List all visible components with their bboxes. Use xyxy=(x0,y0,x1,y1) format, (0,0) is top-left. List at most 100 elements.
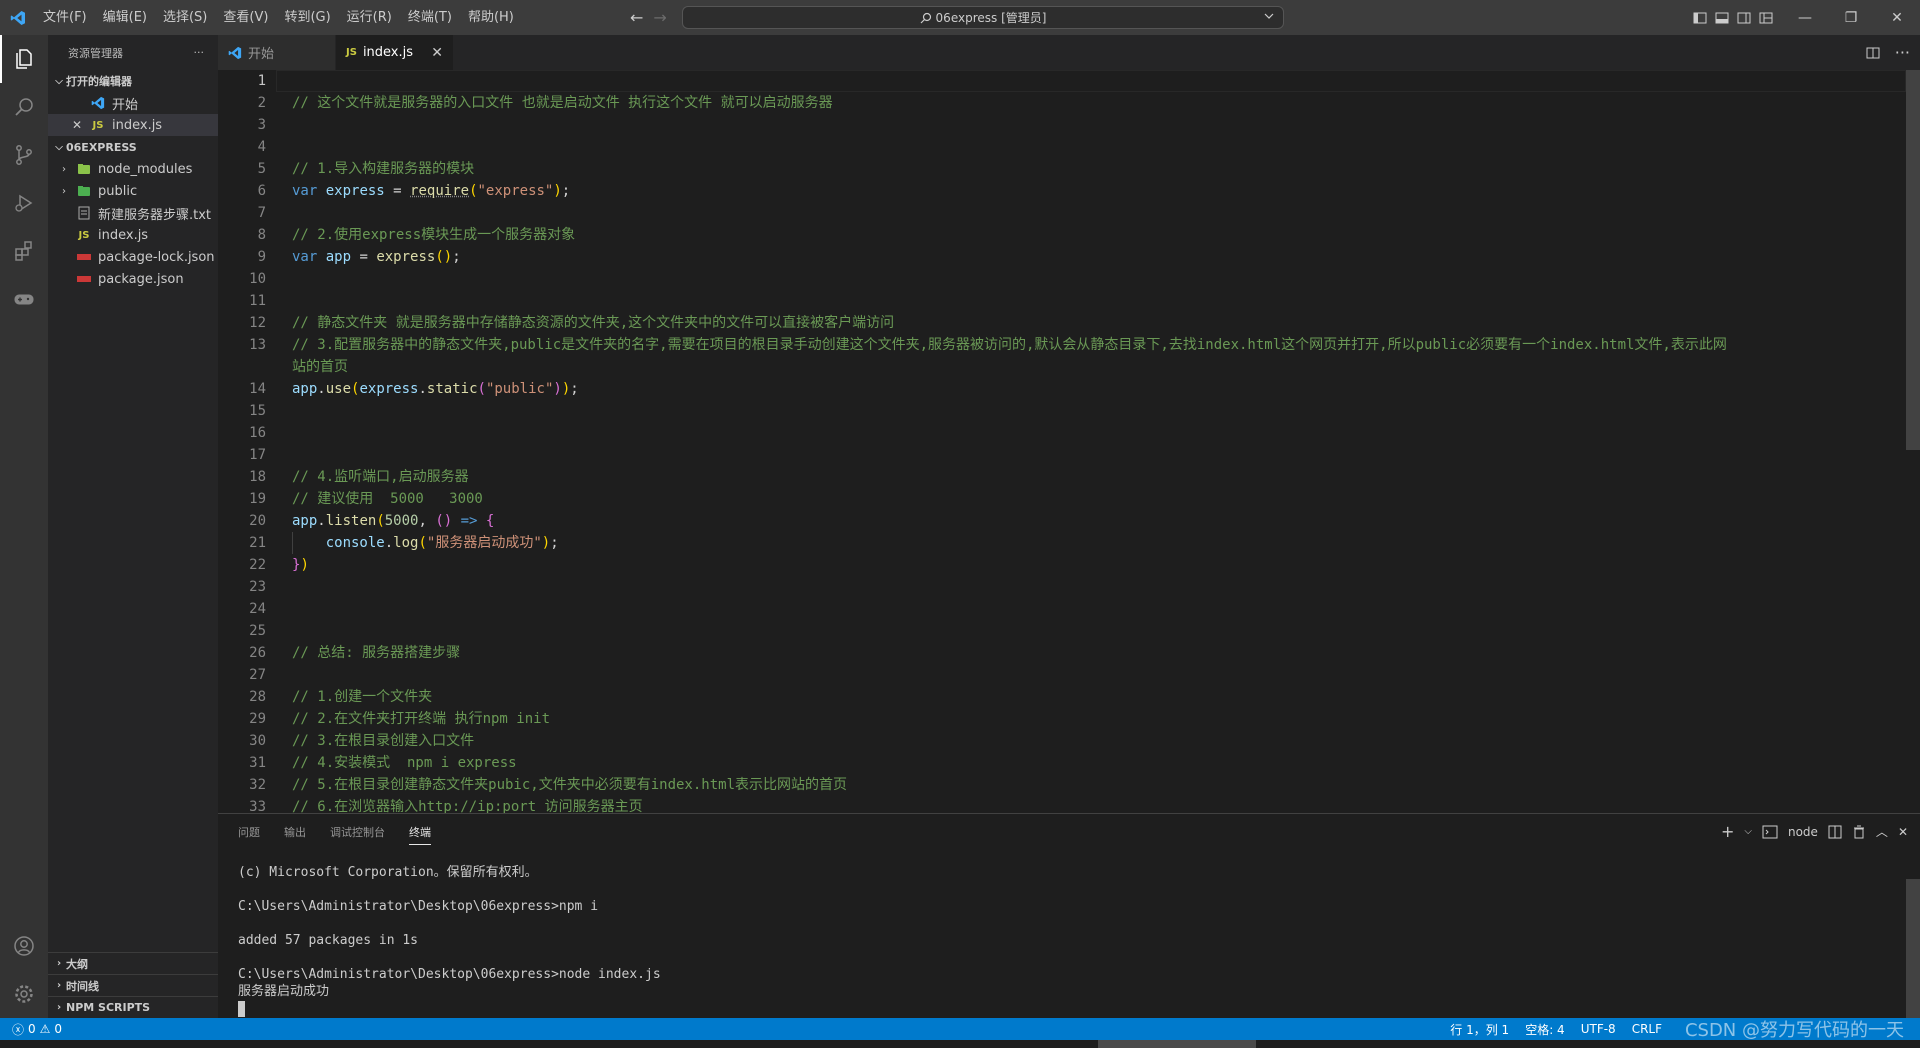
line-number: 6 xyxy=(257,183,266,199)
npm-scripts-section[interactable]: › NPM SCRIPTS xyxy=(48,996,218,1018)
outline-label: 大纲 xyxy=(66,957,88,971)
menu-view[interactable]: 查看(V) xyxy=(215,0,276,35)
tree-item-file[interactable]: package-lock.json xyxy=(48,246,218,268)
end-of-line[interactable]: CRLF xyxy=(1632,1022,1662,1036)
scrollbar-thumb[interactable] xyxy=(1098,1040,1256,1048)
open-editor-item[interactable]: 开始 xyxy=(48,92,218,114)
code-comment: // 1.创建一个文件夹 xyxy=(292,689,433,705)
timeline-section[interactable]: › 时间线 xyxy=(48,974,218,996)
search-icon xyxy=(920,12,932,24)
chevron-right-icon: › xyxy=(56,958,62,969)
command-center[interactable]: 06express [管理员] xyxy=(682,6,1284,29)
line-number: 28 xyxy=(249,689,266,705)
menu-run[interactable]: 运行(R) xyxy=(339,0,400,35)
more-actions-icon[interactable]: ··· xyxy=(1895,43,1910,62)
tree-item-file[interactable]: JS index.js xyxy=(48,224,218,246)
line-number: 2 xyxy=(257,95,266,111)
toggle-sidebar-icon[interactable] xyxy=(1692,10,1708,26)
accounts-icon[interactable] xyxy=(0,922,48,970)
terminal-shell-icon xyxy=(1762,825,1778,839)
explorer-icon[interactable] xyxy=(0,35,48,83)
menu-edit[interactable]: 编辑(E) xyxy=(95,0,155,35)
split-editor-icon[interactable] xyxy=(1865,45,1881,61)
code-comment: // 建议使用 5000 3000 xyxy=(292,491,483,507)
code-keyword: var xyxy=(292,183,318,199)
minimize-icon[interactable]: — xyxy=(1782,0,1828,35)
tree-item-file[interactable]: package.json xyxy=(48,268,218,290)
more-actions-icon[interactable]: ··· xyxy=(194,46,205,59)
restore-icon[interactable]: ❐ xyxy=(1828,0,1874,35)
maximize-panel-icon[interactable]: ︿ xyxy=(1876,823,1888,840)
code-variable: console xyxy=(325,535,385,551)
menu-file[interactable]: 文件(F) xyxy=(35,0,95,35)
indentation[interactable]: 空格: 4 xyxy=(1525,1021,1565,1038)
run-debug-icon[interactable] xyxy=(0,179,48,227)
terminal-scrollbar[interactable] xyxy=(1906,879,1920,1019)
menu-bar: 文件(F) 编辑(E) 选择(S) 查看(V) 转到(G) 运行(R) 终端(T… xyxy=(35,0,522,35)
code-number: 5000 xyxy=(384,513,419,529)
tab-welcome[interactable]: 开始 xyxy=(218,35,336,70)
toggle-secondary-sidebar-icon[interactable] xyxy=(1736,10,1752,26)
customize-layout-icon[interactable] xyxy=(1758,10,1774,26)
code-line: app.use(express.static("public")); xyxy=(292,381,579,397)
timeline-label: 时间线 xyxy=(66,979,99,993)
remote-gamepad-icon[interactable] xyxy=(0,275,48,323)
tab-index-js[interactable]: JS index.js ✕ xyxy=(336,35,454,70)
chevron-down-icon[interactable]: ⌵ xyxy=(1744,826,1752,837)
editor-scrollbar[interactable] xyxy=(1906,70,1920,450)
code-comment: // 总结: 服务器搭建步骤 xyxy=(292,645,461,661)
code-comment: // 4.监听端口,启动服务器 xyxy=(292,469,469,485)
menu-terminal[interactable]: 终端(T) xyxy=(400,0,460,35)
terminal-shell-label[interactable]: node xyxy=(1788,825,1818,839)
tree-item-label: index.js xyxy=(98,227,149,243)
outline-section[interactable]: › 大纲 xyxy=(48,952,218,974)
cursor-position[interactable]: 行 1，列 1 xyxy=(1450,1021,1509,1038)
terminal-output[interactable]: (c) Microsoft Corporation。保留所有权利。 C:\Use… xyxy=(238,864,661,1017)
toggle-panel-icon[interactable] xyxy=(1714,10,1730,26)
new-terminal-icon[interactable]: + xyxy=(1721,822,1734,841)
code-function: express xyxy=(376,249,436,265)
line-number: 12 xyxy=(249,315,266,331)
tab-output[interactable]: 输出 xyxy=(284,824,306,840)
tree-item-file[interactable]: 新建服务器步骤.txt xyxy=(48,202,218,224)
close-panel-icon[interactable]: ✕ xyxy=(1898,825,1908,839)
split-terminal-icon[interactable] xyxy=(1828,825,1842,839)
code-string: "服务器启动成功" xyxy=(426,535,542,551)
close-icon[interactable]: ✕ xyxy=(431,45,443,61)
line-number: 18 xyxy=(249,469,266,485)
menu-go[interactable]: 转到(G) xyxy=(276,0,338,35)
trash-icon[interactable] xyxy=(1852,825,1866,839)
settings-gear-icon[interactable] xyxy=(0,970,48,1018)
source-control-icon[interactable] xyxy=(0,131,48,179)
line-number: 27 xyxy=(249,667,266,683)
tree-item-folder[interactable]: › public xyxy=(48,180,218,202)
activity-bar xyxy=(0,35,48,1018)
terminal-line: C:\Users\Administrator\Desktop\06express… xyxy=(238,967,661,982)
close-icon[interactable]: ✕ xyxy=(72,118,86,132)
tab-terminal[interactable]: 终端 xyxy=(409,824,431,845)
open-editor-item[interactable]: ✕ JS index.js xyxy=(48,114,218,136)
search-icon[interactable] xyxy=(0,83,48,131)
tab-problems[interactable]: 问题 xyxy=(238,824,260,840)
code-editor[interactable]: 1 2 3 4 5 6 7 8 9 10 11 12 13 14 15 16 17 18 19 20 21 22 23 24 2… xyxy=(218,70,1920,813)
tab-debug-console[interactable]: 调试控制台 xyxy=(330,824,385,840)
back-arrow-icon[interactable]: ← xyxy=(630,8,643,27)
encoding[interactable]: UTF-8 xyxy=(1581,1022,1616,1036)
extensions-icon[interactable] xyxy=(0,227,48,275)
forward-arrow-icon[interactable]: → xyxy=(653,8,666,27)
menu-selection[interactable]: 选择(S) xyxy=(155,0,215,35)
menu-help[interactable]: 帮助(H) xyxy=(460,0,522,35)
folder-section[interactable]: ⌵ 06EXPRESS xyxy=(48,136,218,158)
javascript-file-icon: JS xyxy=(78,229,90,241)
javascript-file-icon: JS xyxy=(92,119,104,131)
terminal-line: C:\Users\Administrator\Desktop\06express… xyxy=(238,899,599,914)
close-window-icon[interactable]: ✕ xyxy=(1874,0,1920,35)
tree-item-folder[interactable]: › node_modules xyxy=(48,158,218,180)
line-number: 30 xyxy=(249,733,266,749)
tree-item-label: public xyxy=(98,183,138,199)
open-editors-section[interactable]: ⌵ 打开的编辑器 xyxy=(48,70,218,92)
code-variable: express xyxy=(359,381,419,397)
code-line: }) xyxy=(292,557,309,573)
status-problems[interactable]: ⓧ 0 ⚠ 0 xyxy=(0,1021,62,1038)
chevron-down-icon[interactable] xyxy=(1263,10,1275,22)
